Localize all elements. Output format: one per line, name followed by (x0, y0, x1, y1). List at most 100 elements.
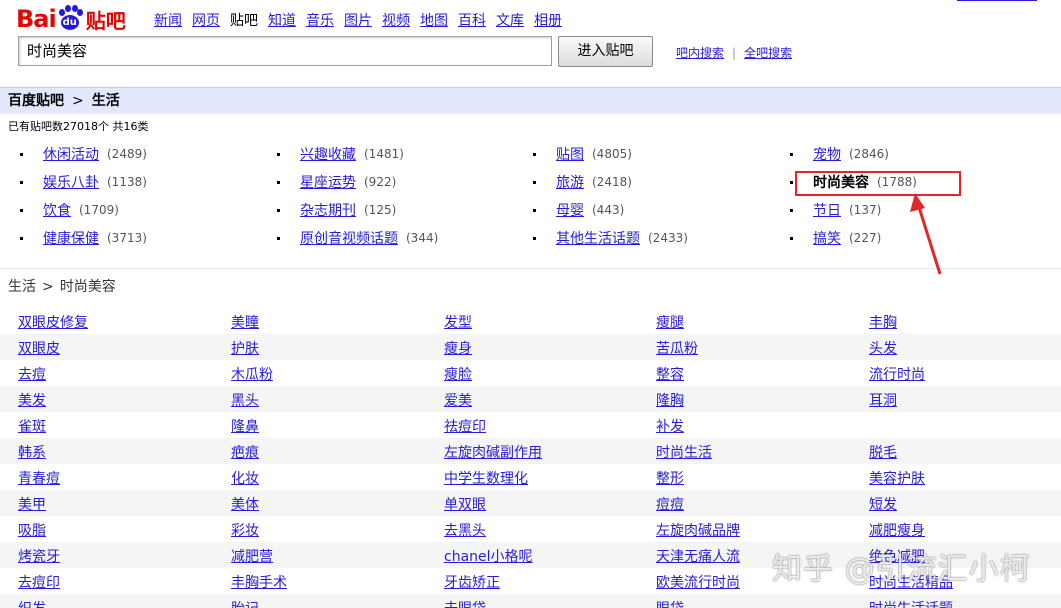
nav-item[interactable]: 音乐 (306, 10, 334, 30)
tag-link[interactable]: 隆鼻 (231, 416, 259, 436)
category-name[interactable]: 星座运势 (300, 172, 356, 192)
tag-link[interactable]: 双眼皮 (18, 338, 60, 358)
category-name[interactable]: 休闲活动 (43, 144, 99, 164)
tag-link[interactable]: 时尚生活 (656, 442, 712, 462)
category-name[interactable]: 搞笑 (813, 228, 841, 248)
category-item[interactable]: 杂志期刊 (125) (277, 196, 396, 224)
category-item[interactable]: 旅游 (2418) (533, 168, 632, 196)
category-name[interactable]: 其他生活话题 (556, 228, 640, 248)
tag-link[interactable]: 左旋肉碱副作用 (444, 442, 542, 462)
category-item[interactable]: 其他生活话题 (2433) (533, 224, 688, 252)
tag-link[interactable]: 丰胸手术 (231, 572, 287, 592)
tag-link[interactable]: 耳洞 (869, 390, 897, 410)
category-item[interactable]: 贴图 (4805) (533, 140, 632, 168)
tag-link[interactable]: 双眼皮修复 (18, 312, 88, 332)
tag-link[interactable]: 补发 (656, 416, 684, 436)
tag-link[interactable]: 美发 (18, 390, 46, 410)
tag-link[interactable]: 时尚生活话题 (869, 598, 953, 608)
tag-link[interactable]: 整形 (656, 468, 684, 488)
tag-link[interactable]: 痘痘 (656, 494, 684, 514)
tag-link[interactable]: 雀斑 (18, 416, 46, 436)
category-name[interactable]: 宠物 (813, 144, 841, 164)
category-item[interactable]: 饮食 (1709) (20, 196, 119, 224)
nav-item[interactable]: 百科 (458, 10, 486, 30)
category-item[interactable]: 娱乐八卦 (1138) (20, 168, 147, 196)
nav-item[interactable]: 文库 (496, 10, 524, 30)
category-item[interactable]: 健康保健 (3713) (20, 224, 147, 252)
category-name[interactable]: 母婴 (556, 200, 584, 220)
tag-link[interactable]: 护肤 (231, 338, 259, 358)
category-item[interactable]: 母婴 (443) (533, 196, 624, 224)
tag-link[interactable]: 祛痘印 (444, 416, 486, 436)
category-name[interactable]: 健康保健 (43, 228, 99, 248)
tag-link[interactable]: 青春痘 (18, 468, 60, 488)
category-item[interactable]: 节日 (137) (790, 196, 881, 224)
category-name[interactable]: 杂志期刊 (300, 200, 356, 220)
tag-link[interactable]: 黑头 (231, 390, 259, 410)
tag-link[interactable]: 织发 (18, 598, 46, 608)
category-name[interactable]: 节日 (813, 200, 841, 220)
tag-link[interactable]: 左旋肉碱品牌 (656, 520, 740, 540)
baidu-tieba-logo[interactable]: Bai du 贴吧 (16, 4, 126, 34)
tag-link[interactable]: 烤瓷牙 (18, 546, 60, 566)
tag-link[interactable]: 瘦身 (444, 338, 472, 358)
nav-item[interactable]: 网页 (192, 10, 220, 30)
tag-link[interactable]: 中学生数理化 (444, 468, 528, 488)
tag-link[interactable]: 短发 (869, 494, 897, 514)
search-in-bar-link[interactable]: 吧内搜索 (676, 44, 724, 61)
search-all-link[interactable]: 全吧搜索 (744, 44, 792, 61)
tag-link[interactable]: 隆胸 (656, 390, 684, 410)
tag-link[interactable]: 疤痕 (231, 442, 259, 462)
nav-item[interactable]: 新闻 (154, 10, 182, 30)
tag-link[interactable]: 眼袋 (656, 598, 684, 608)
tag-link[interactable]: 韩系 (18, 442, 46, 462)
category-name[interactable]: 贴图 (556, 144, 584, 164)
category-item[interactable]: 原创音视频话题 (344) (277, 224, 438, 252)
tag-link[interactable]: 化妆 (231, 468, 259, 488)
nav-item[interactable]: 知道 (268, 10, 296, 30)
category-name[interactable]: 饮食 (43, 200, 71, 220)
tag-link[interactable]: 美瞳 (231, 312, 259, 332)
tag-link[interactable]: 瘦脸 (444, 364, 472, 384)
tag-link[interactable]: 爱美 (444, 390, 472, 410)
category-item[interactable]: 宠物 (2846) (790, 140, 889, 168)
search-input[interactable]: 时尚美容 (18, 36, 552, 66)
tag-link[interactable]: 脱毛 (869, 442, 897, 462)
tag-link[interactable]: 牙齿矫正 (444, 572, 500, 592)
tag-link[interactable]: chanel小格呢 (444, 546, 533, 566)
tag-link[interactable]: 苦瓜粉 (656, 338, 698, 358)
tag-link[interactable]: 美容护肤 (869, 468, 925, 488)
category-item[interactable]: 兴趣收藏 (1481) (277, 140, 404, 168)
tag-link[interactable]: 胎记 (231, 598, 259, 608)
tag-link[interactable]: 欧美流行时尚 (656, 572, 740, 592)
tag-link[interactable]: 去眼袋 (444, 598, 486, 608)
tag-link[interactable]: 整容 (656, 364, 684, 384)
tag-link[interactable]: 去痘 (18, 364, 46, 384)
tag-link[interactable]: 木瓜粉 (231, 364, 273, 384)
tag-link[interactable]: 美体 (231, 494, 259, 514)
tag-link[interactable]: 去痘印 (18, 572, 60, 592)
category-name[interactable]: 原创音视频话题 (300, 228, 398, 248)
tag-link[interactable]: 头发 (869, 338, 897, 358)
tag-link[interactable]: 单双眼 (444, 494, 486, 514)
breadcrumb-root[interactable]: 百度贴吧 (8, 93, 64, 109)
tag-link[interactable]: 发型 (444, 312, 472, 332)
tag-link[interactable]: 美甲 (18, 494, 46, 514)
category-item[interactable]: 星座运势 (922) (277, 168, 396, 196)
sub-breadcrumb-parent[interactable]: 生活 (8, 279, 36, 295)
category-item[interactable]: 休闲活动 (2489) (20, 140, 147, 168)
tag-link[interactable]: 丰胸 (869, 312, 897, 332)
tag-link[interactable]: 去黑头 (444, 520, 486, 540)
tag-link[interactable]: 流行时尚 (869, 364, 925, 384)
nav-item[interactable]: 地图 (420, 10, 448, 30)
tag-link[interactable]: 吸脂 (18, 520, 46, 540)
category-name[interactable]: 兴趣收藏 (300, 144, 356, 164)
category-name[interactable]: 娱乐八卦 (43, 172, 99, 192)
tag-link[interactable]: 瘦腿 (656, 312, 684, 332)
nav-item[interactable]: 图片 (344, 10, 372, 30)
category-item[interactable]: 搞笑 (227) (790, 224, 881, 252)
tag-link[interactable]: 减肥瘦身 (869, 520, 925, 540)
nav-item[interactable]: 视频 (382, 10, 410, 30)
category-name[interactable]: 旅游 (556, 172, 584, 192)
tag-link[interactable]: 天津无痛人流 (656, 546, 740, 566)
